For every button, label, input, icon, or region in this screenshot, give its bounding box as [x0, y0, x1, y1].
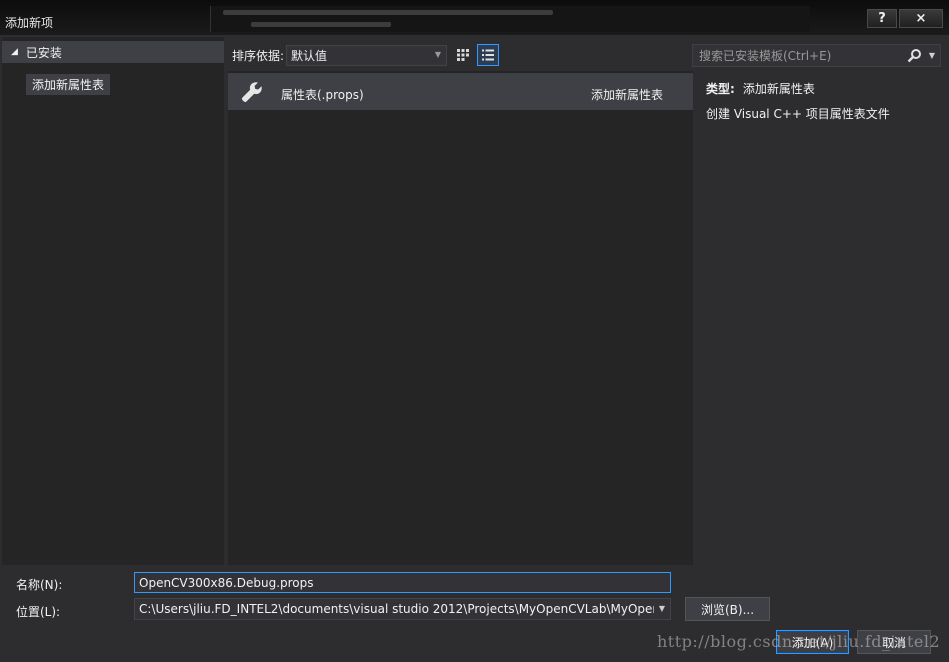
- location-label: 位置(L):: [16, 605, 61, 619]
- name-field[interactable]: [134, 572, 671, 593]
- tree-item-label: 添加新属性表: [32, 78, 105, 92]
- template-type: 添加新属性表: [591, 88, 664, 102]
- grid-view-icon: [457, 49, 469, 61]
- search-icon[interactable]: [907, 48, 922, 63]
- tree-item-add-property-sheet[interactable]: 添加新属性表: [26, 74, 111, 95]
- template-name: 属性表(.props): [281, 88, 364, 102]
- category-tree: ◢ 已安装 添加新属性表: [2, 37, 224, 565]
- chevron-down-icon[interactable]: ▼: [659, 604, 665, 613]
- grid-view-button[interactable]: [452, 44, 474, 66]
- template-item-property-sheet[interactable]: 属性表(.props) 添加新属性表: [228, 73, 693, 110]
- chevron-down-icon: ▼: [434, 50, 441, 59]
- watermark-text: http://blog.csdn.net/jliu.fd_intel2: [657, 632, 941, 651]
- detail-description: 创建 Visual C++ 项目属性表文件: [706, 107, 890, 121]
- background-editor: [210, 6, 810, 32]
- title-bar: 添加新项 ? ×: [0, 0, 949, 35]
- search-input[interactable]: [699, 48, 899, 63]
- sort-value: 默认值: [291, 49, 328, 63]
- detail-type: 类型: 添加新属性表: [706, 80, 815, 97]
- list-view-button[interactable]: [477, 44, 499, 66]
- browse-button[interactable]: 浏览(B)...: [685, 597, 770, 621]
- list-view-icon: [482, 49, 494, 61]
- help-button[interactable]: ?: [867, 9, 897, 28]
- wrench-icon: [242, 82, 262, 102]
- template-list: 属性表(.props) 添加新属性表: [228, 71, 693, 565]
- sort-dropdown[interactable]: 默认值 ▼: [286, 45, 447, 66]
- name-label: 名称(N):: [16, 578, 63, 592]
- sort-label: 排序依据:: [232, 49, 285, 63]
- location-value: C:\Users\jliu.FD_INTEL2\documents\visual…: [139, 602, 654, 616]
- search-options-chevron-icon[interactable]: ▼: [929, 51, 935, 60]
- search-box[interactable]: ▼: [692, 44, 941, 67]
- close-button[interactable]: ×: [899, 9, 943, 28]
- location-combo[interactable]: C:\Users\jliu.FD_INTEL2\documents\visual…: [134, 598, 671, 620]
- detail-type-value: 添加新属性表: [742, 82, 815, 96]
- details-pane: 类型: 添加新属性表 创建 Visual C++ 项目属性表文件: [697, 71, 947, 565]
- tree-node-installed[interactable]: ◢ 已安装: [2, 41, 224, 63]
- detail-type-label: 类型:: [706, 82, 735, 96]
- window-title: 添加新项: [5, 16, 54, 30]
- collapse-triangle-icon[interactable]: ◢: [11, 47, 18, 57]
- tree-node-label: 已安装: [25, 45, 62, 60]
